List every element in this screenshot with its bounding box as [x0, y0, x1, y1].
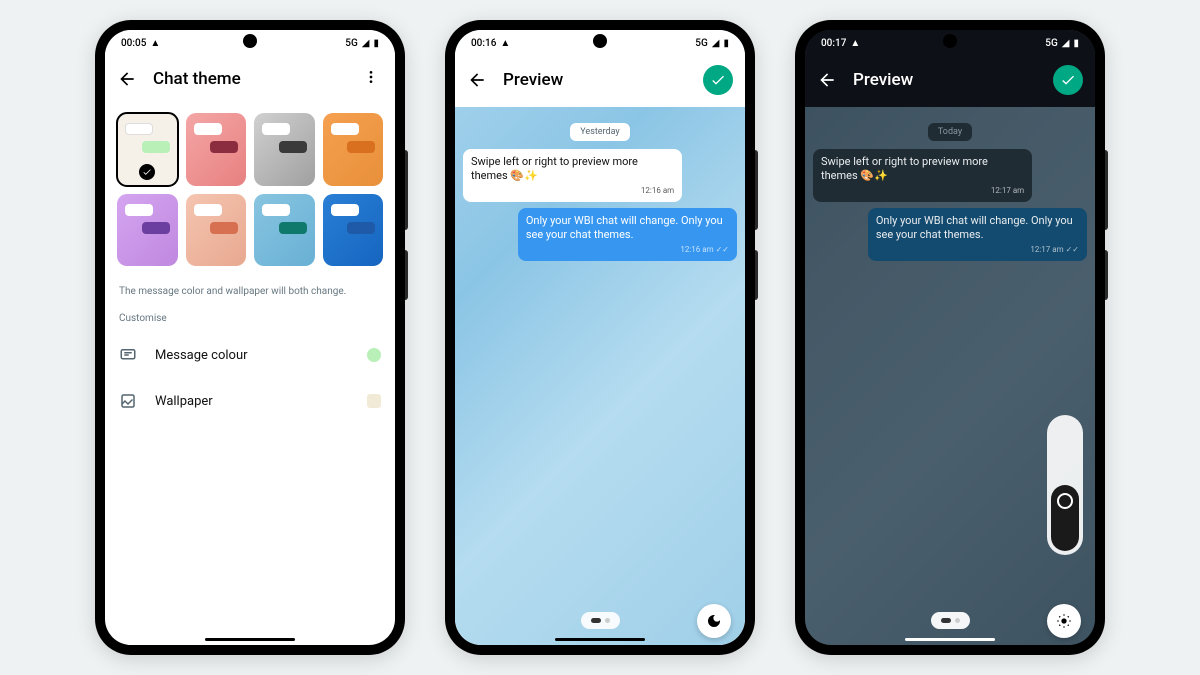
page-indicator [931, 612, 970, 629]
bottom-controls [455, 612, 745, 629]
date-chip: Today [928, 123, 972, 141]
volume-button[interactable] [1105, 150, 1108, 230]
message-time: 12:16 am ✓✓ [526, 245, 729, 255]
app-bar: Preview [805, 53, 1095, 107]
message-text: Only your WBI chat will change. Only you… [526, 214, 723, 241]
page-dot-active [591, 618, 601, 623]
page-dot [955, 618, 960, 623]
theme-tile-3[interactable] [254, 113, 315, 186]
message-icon [119, 346, 137, 364]
network-label: 5G [695, 38, 708, 49]
network-label: 5G [345, 38, 358, 49]
page-title: Preview [503, 70, 687, 90]
theme-tile-7[interactable] [254, 194, 315, 267]
message-time: 12:17 am [821, 186, 1024, 196]
message-outgoing: Only your WBI chat will change. Only you… [868, 208, 1087, 261]
chat-content: Today Swipe left or right to preview mor… [805, 107, 1095, 645]
bottom-controls [805, 612, 1095, 629]
customise-label: Customise [105, 305, 395, 332]
screen-preview-dark: 00:17 ▲ 5G ◢ ▮ Preview Today S [805, 30, 1095, 645]
power-button[interactable] [1105, 250, 1108, 300]
back-icon[interactable] [467, 70, 487, 90]
more-icon[interactable] [359, 65, 383, 93]
power-button[interactable] [755, 250, 758, 300]
status-time: 00:05 [121, 38, 146, 49]
volume-button[interactable] [405, 150, 408, 230]
chat-content: Yesterday Swipe left or right to preview… [455, 107, 745, 645]
notification-icon: ▲ [150, 38, 160, 49]
camera-hole [243, 34, 257, 48]
page-dot-active [941, 618, 951, 623]
wallpaper-dimmer-slider[interactable] [1047, 415, 1083, 555]
message-colour-item[interactable]: Message colour [105, 332, 395, 378]
check-icon [710, 72, 726, 88]
phone-frame-2: 00:16 ▲ 5G ◢ ▮ Preview Yesterday [445, 20, 755, 655]
signal-icon: ◢ [362, 38, 370, 49]
theme-tile-6[interactable] [186, 194, 247, 267]
camera-hole [593, 34, 607, 48]
message-text: Only your WBI chat will change. Only you… [876, 214, 1073, 241]
phone-frame-3: 00:17 ▲ 5G ◢ ▮ Preview Today S [795, 20, 1105, 655]
status-time: 00:17 [821, 38, 846, 49]
check-icon [1060, 72, 1076, 88]
message-colour-label: Message colour [155, 348, 349, 363]
wallpaper-swatch [367, 394, 381, 408]
message-outgoing: Only your WBI chat will change. Only you… [518, 208, 737, 261]
theme-tile-4[interactable] [323, 113, 384, 186]
dimmer-fill [1051, 485, 1079, 551]
confirm-button[interactable] [1053, 65, 1083, 95]
message-time: 12:16 am [471, 186, 674, 196]
screen-chat-theme: 00:05 ▲ 5G ◢ ▮ Chat theme [105, 30, 395, 645]
light-mode-toggle[interactable] [1047, 604, 1081, 638]
moon-icon [706, 613, 722, 629]
message-incoming: Swipe left or right to preview more them… [463, 149, 682, 202]
signal-icon: ◢ [712, 38, 720, 49]
network-label: 5G [1045, 38, 1058, 49]
page-indicator [581, 612, 620, 629]
theme-tile-2[interactable] [186, 113, 247, 186]
page-dot [605, 618, 610, 623]
sun-icon [1056, 613, 1072, 629]
volume-button[interactable] [755, 150, 758, 230]
page-title: Preview [853, 70, 1037, 90]
nav-bar[interactable] [205, 638, 295, 641]
back-icon[interactable] [117, 69, 137, 89]
message-time: 12:17 am ✓✓ [876, 245, 1079, 255]
message-text: Swipe left or right to preview more them… [471, 155, 638, 182]
message-text: Swipe left or right to preview more them… [821, 155, 988, 182]
power-button[interactable] [405, 250, 408, 300]
battery-icon: ▮ [1073, 38, 1079, 49]
screen-preview-light: 00:16 ▲ 5G ◢ ▮ Preview Yesterday [455, 30, 745, 645]
nav-bar[interactable] [905, 638, 995, 641]
theme-tile-1[interactable] [117, 113, 178, 186]
message-incoming: Swipe left or right to preview more them… [813, 149, 1032, 202]
notification-icon: ▲ [850, 38, 860, 49]
wallpaper-label: Wallpaper [155, 394, 349, 409]
wallpaper-item[interactable]: Wallpaper [105, 378, 395, 424]
camera-hole [943, 34, 957, 48]
phone-frame-1: 00:05 ▲ 5G ◢ ▮ Chat theme [95, 20, 405, 655]
app-bar: Preview [455, 53, 745, 107]
check-icon [139, 164, 155, 180]
dark-mode-toggle[interactable] [697, 604, 731, 638]
page-title: Chat theme [153, 69, 343, 89]
info-text: The message color and wallpaper will bot… [105, 274, 395, 305]
back-icon[interactable] [817, 70, 837, 90]
theme-tile-5[interactable] [117, 194, 178, 267]
date-chip: Yesterday [570, 123, 629, 141]
wallpaper-icon [119, 392, 137, 410]
battery-icon: ▮ [373, 38, 379, 49]
theme-grid [105, 105, 395, 274]
signal-icon: ◢ [1062, 38, 1070, 49]
notification-icon: ▲ [500, 38, 510, 49]
battery-icon: ▮ [723, 38, 729, 49]
app-bar: Chat theme [105, 53, 395, 105]
message-colour-swatch [367, 348, 381, 362]
theme-tile-8[interactable] [323, 194, 384, 267]
nav-bar[interactable] [555, 638, 645, 641]
confirm-button[interactable] [703, 65, 733, 95]
status-time: 00:16 [471, 38, 496, 49]
